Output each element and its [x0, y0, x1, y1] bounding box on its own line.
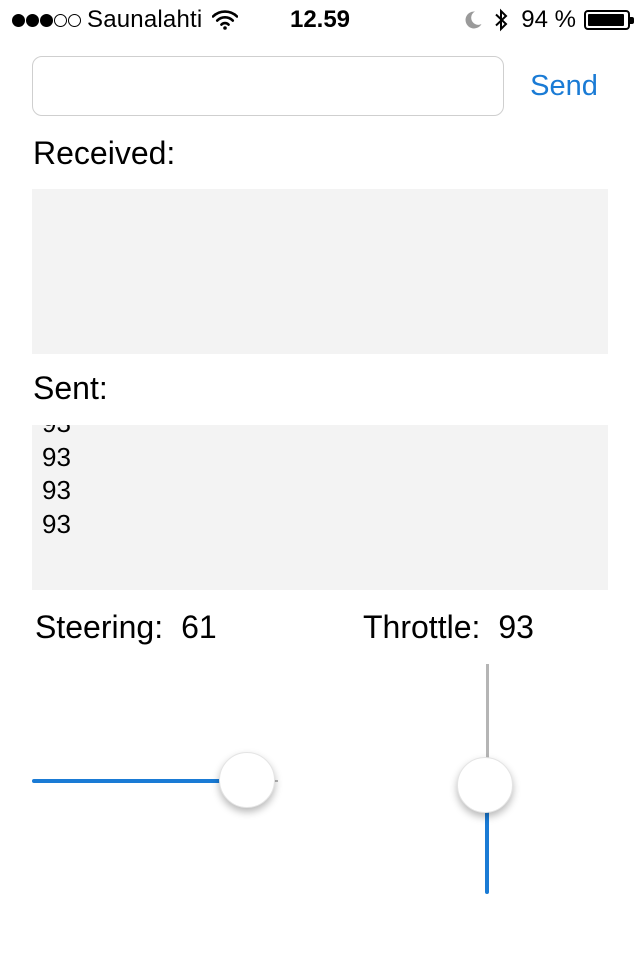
sent-line: 93 — [42, 425, 71, 441]
sent-lines: 93 93 93 93 — [42, 425, 71, 541]
battery-icon — [584, 10, 634, 30]
send-button[interactable]: Send — [518, 64, 610, 108]
throttle-value: 93 — [498, 609, 534, 645]
steering-slider-thumb[interactable] — [219, 752, 275, 808]
battery-fill — [588, 14, 624, 26]
sent-line: 93 — [42, 475, 71, 505]
received-log[interactable] — [32, 189, 608, 354]
status-right: 94 % — [463, 6, 634, 34]
steering-label: Steering: — [35, 609, 164, 645]
message-input[interactable] — [32, 56, 504, 116]
status-bar: Saunalahti 12.59 94 % — [0, 0, 640, 40]
steering-slider-fill[interactable] — [32, 779, 248, 783]
bluetooth-icon — [495, 8, 508, 32]
sent-log[interactable]: 93 93 93 93 — [32, 425, 608, 590]
throttle-slider-thumb[interactable] — [457, 757, 513, 813]
sent-line: 93 — [42, 508, 71, 539]
steering-value: 61 — [181, 609, 217, 645]
throttle-label: Throttle: — [363, 609, 481, 645]
sent-line: 93 — [42, 441, 71, 472]
sent-label: Sent: — [33, 370, 108, 406]
moon-icon — [465, 11, 482, 29]
steering-readout: Steering: 61 — [35, 608, 217, 646]
battery-tip — [630, 17, 634, 24]
screen: Saunalahti 12.59 94 % Send Received: Sen… — [0, 0, 640, 960]
battery-percent: 94 % — [521, 6, 576, 33]
throttle-readout: Throttle: 93 — [363, 608, 534, 646]
received-label: Received: — [33, 135, 176, 171]
